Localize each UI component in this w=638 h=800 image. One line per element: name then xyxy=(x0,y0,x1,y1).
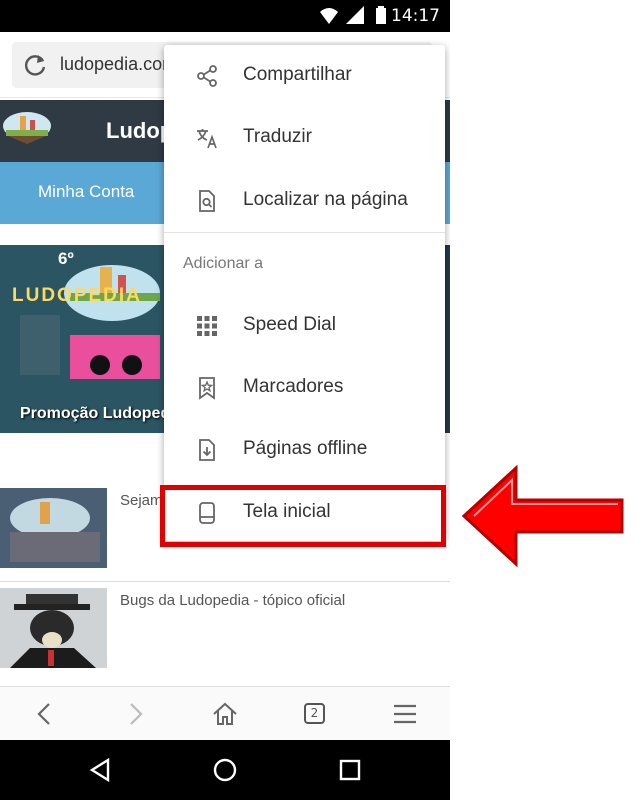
back-icon[interactable] xyxy=(30,699,60,729)
phone-screen: 14:17 ludopedia.com Ludopedia Minha Cont… xyxy=(0,0,450,800)
menu-item-share[interactable]: Compartilhar xyxy=(164,45,445,107)
android-nav-bar xyxy=(0,740,450,800)
wifi-icon xyxy=(320,8,338,24)
menu-section-label: Adicionar a xyxy=(183,255,264,272)
android-home-icon[interactable] xyxy=(211,756,239,784)
status-bar: 14:17 xyxy=(0,0,450,32)
bookmark-icon xyxy=(199,377,215,400)
highlight-box xyxy=(160,485,446,547)
menu-item-find-in-page[interactable]: Localizar na página xyxy=(164,170,445,232)
share-icon xyxy=(197,65,217,87)
site-logo[interactable] xyxy=(0,108,54,152)
list-thumbnail xyxy=(0,488,107,568)
browser-menu: Compartilhar Traduzir Localizar na págin… xyxy=(164,45,445,541)
menu-item-speed-dial[interactable]: Speed Dial xyxy=(164,295,445,357)
menu-item-translate[interactable]: Traduzir xyxy=(164,107,445,169)
tabs-button[interactable]: 2 xyxy=(300,699,330,729)
list-item-title: Bugs da Ludopedia - tópico oficial xyxy=(120,592,346,609)
menu-item-label: Compartilhar xyxy=(243,64,352,85)
find-in-page-icon xyxy=(199,190,215,212)
menu-icon[interactable] xyxy=(390,699,420,729)
nav-my-account[interactable]: Minha Conta xyxy=(38,182,134,202)
battery-icon xyxy=(376,8,386,24)
list-item[interactable]: Bugs da Ludopedia - tópico oficial xyxy=(0,586,450,682)
menu-item-label: Páginas offline xyxy=(243,438,368,459)
menu-item-label: Speed Dial xyxy=(243,314,336,335)
red-arrow-icon xyxy=(461,464,624,568)
signal-icon xyxy=(346,6,364,24)
banner-word: LUDOPEDIA xyxy=(12,285,142,306)
menu-item-label: Traduzir xyxy=(243,126,312,147)
android-back-icon[interactable] xyxy=(86,756,114,784)
banner-caption: Promoção Ludopedia xyxy=(20,405,184,422)
tabs-count: 2 xyxy=(304,703,325,724)
menu-item-label: Marcadores xyxy=(243,376,344,397)
menu-item-label: Localizar na página xyxy=(243,189,408,210)
forward-icon[interactable] xyxy=(120,699,150,729)
home-icon[interactable] xyxy=(210,699,240,729)
menu-item-bookmarks[interactable]: Marcadores xyxy=(164,357,445,419)
menu-item-offline-pages[interactable]: Páginas offline xyxy=(164,419,445,481)
offline-page-icon xyxy=(199,439,215,461)
status-icons xyxy=(320,6,386,24)
speed-dial-icon xyxy=(197,316,217,336)
menu-divider xyxy=(164,232,445,233)
browser-toolbar: 2 xyxy=(0,686,450,740)
list-item-title: Sejam xyxy=(120,492,163,509)
list-thumbnail xyxy=(0,588,107,668)
banner-edition: 6º xyxy=(58,249,74,268)
reload-icon[interactable] xyxy=(22,52,48,78)
android-recents-icon[interactable] xyxy=(336,756,364,784)
translate-icon xyxy=(197,129,217,149)
clock: 14:17 xyxy=(391,6,440,26)
url-text: ludopedia.com xyxy=(60,54,178,74)
